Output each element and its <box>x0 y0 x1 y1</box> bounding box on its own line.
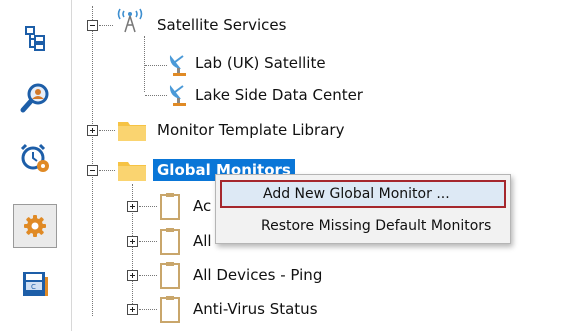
nav-tree-button[interactable] <box>13 16 57 60</box>
tree-connector <box>145 65 167 66</box>
settings-gear-icon <box>24 215 46 237</box>
menu-item-add-new-global-monitor[interactable]: Add New Global Monitor ... <box>220 180 506 208</box>
clipboard-icon <box>160 262 180 289</box>
tree-node-monitor-template-library[interactable]: Monitor Template Library <box>157 119 344 141</box>
search-user-icon <box>20 83 49 113</box>
tree-connector <box>99 130 115 131</box>
tree-node-lake-side-data-center[interactable]: Lake Side Data Center <box>195 84 363 106</box>
tree-connector <box>139 275 157 276</box>
expand-anti-virus-status[interactable] <box>127 304 138 315</box>
tree-connector <box>144 36 145 92</box>
tree-connector <box>139 206 157 207</box>
tree-node-all-devices-ping[interactable]: All Devices - Ping <box>193 264 322 286</box>
clipboard-icon <box>160 296 180 323</box>
news-icon: C <box>23 272 48 296</box>
tree-connector <box>99 170 115 171</box>
satellite-dish-icon <box>169 55 186 76</box>
clipboard-icon <box>160 193 180 220</box>
nav-search-button[interactable] <box>13 76 57 120</box>
tree-node-satellite-services[interactable]: Satellite Services <box>157 14 286 36</box>
svg-text:C: C <box>31 283 36 291</box>
tree-node-monitor-2[interactable]: All <box>193 230 212 252</box>
tree-node-anti-virus-status[interactable]: Anti-Virus Status <box>193 298 318 320</box>
menu-item-restore-missing-default-monitors[interactable]: Restore Missing Default Monitors <box>220 212 506 240</box>
context-menu: Add New Global Monitor ... Restore Missi… <box>215 174 511 244</box>
expand-monitor-1[interactable] <box>127 201 138 212</box>
nav-alarm-button[interactable] <box>13 136 57 180</box>
tree-connector <box>99 25 113 26</box>
tree-node-lab-uk-satellite[interactable]: Lab (UK) Satellite <box>195 52 326 74</box>
tree-connector <box>139 241 157 242</box>
menu-item-label: Add New Global Monitor ... <box>263 186 450 202</box>
left-sidebar: C <box>0 0 72 331</box>
menu-item-label: Restore Missing Default Monitors <box>261 218 492 234</box>
collapse-global-monitors[interactable] <box>87 165 98 176</box>
collapse-satellite-services[interactable] <box>87 20 98 31</box>
satellite-antenna-icon <box>117 8 143 33</box>
expand-monitor-2[interactable] <box>127 236 138 247</box>
alarm-clock-gear-icon <box>20 143 49 172</box>
clipboard-icon <box>160 228 180 255</box>
nav-settings-button[interactable] <box>13 204 57 248</box>
folder-icon <box>118 122 146 141</box>
folder-icon <box>118 162 146 181</box>
nav-news-button[interactable]: C <box>13 262 57 306</box>
tree-hierarchy-icon <box>25 26 45 51</box>
tree-connector <box>139 309 157 310</box>
expand-all-devices-ping[interactable] <box>127 270 138 281</box>
expand-monitor-template-library[interactable] <box>87 125 98 136</box>
tree-view: Satellite Services Lab (UK) Satellite La… <box>71 0 569 331</box>
tree-connector <box>92 6 93 316</box>
tree-connector <box>145 95 167 96</box>
satellite-dish-icon <box>169 85 186 106</box>
tree-node-monitor-1[interactable]: Ac <box>193 195 211 217</box>
